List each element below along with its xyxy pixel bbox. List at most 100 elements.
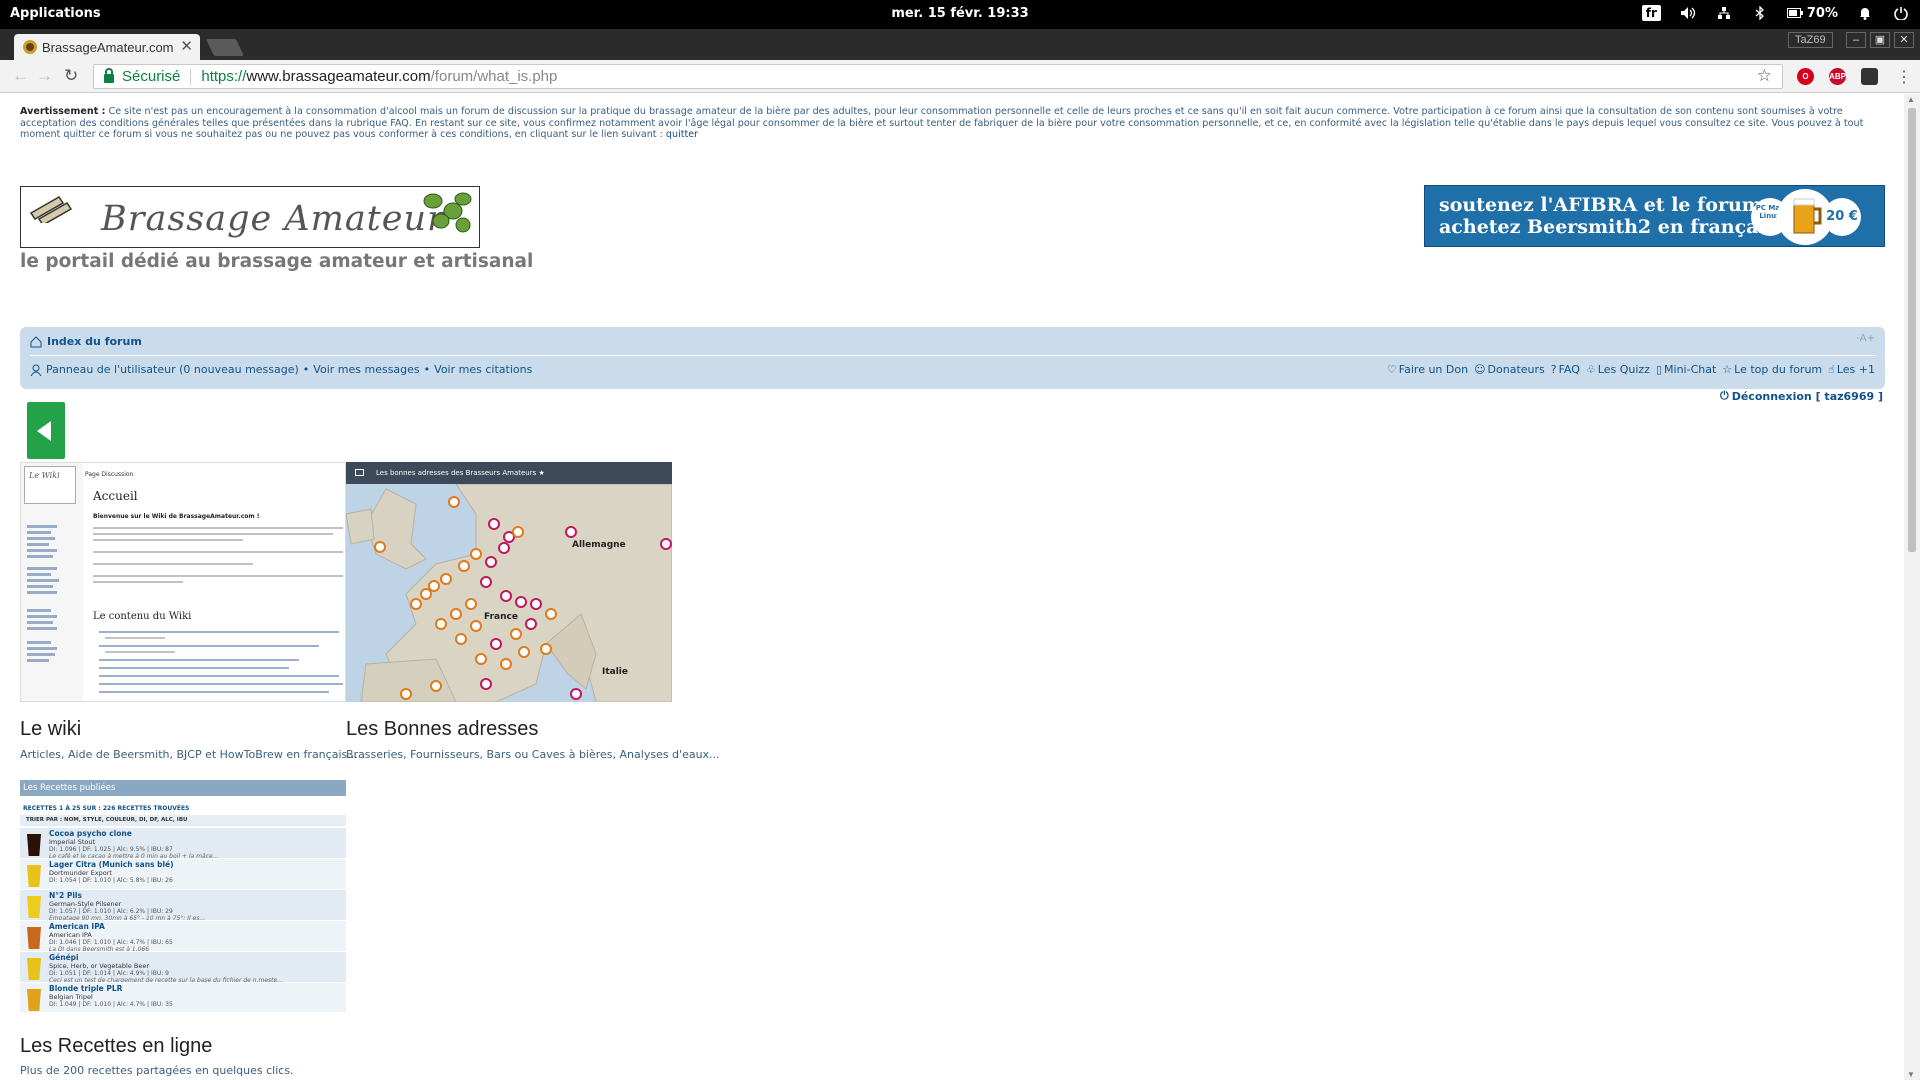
chat-icon: ▯ [1655,363,1663,376]
bookmark-star-icon[interactable]: ☆ [1757,66,1772,86]
user-panel-link[interactable]: Panneau de l'utilisateur (0 nouveau mess… [46,363,299,376]
scroll-thumb[interactable] [1908,108,1916,552]
volume-icon[interactable] [1679,4,1697,22]
scroll-down-icon[interactable]: ▼ [1907,1070,1915,1079]
os-top-panel: Applications mer. 15 févr. 19:33 fr 70% [0,0,1920,29]
recipe-style: Belgian Tripel [49,993,93,1001]
donors-icon: ☺ [1474,363,1486,376]
map-thumbnail[interactable]: Les bonnes adresses des Brasseurs Amateu… [346,462,672,702]
browser-toolbar: ← → ↻ Sécurisé https:// www.brassageamat… [0,60,1920,93]
recipe-name[interactable]: N°2 Pils [49,891,82,900]
map-card-description: Brasseries, Fournisseurs, Bars ou Caves … [346,748,720,761]
site-logo[interactable]: Brassage Amateur [20,186,480,248]
browser-tab[interactable]: BrassageAmateur.com ✕ [14,34,200,60]
forum-quick-links: ♡ Faire un Don ☺ Donateurs ? FAQ ♧ Les Quizz… [1387,363,1875,376]
applications-menu[interactable]: Applications [10,6,101,21]
recipe-row[interactable]: Cocoa psycho clone Imperial Stout DI: 1.09… [20,827,346,861]
top-forum-link[interactable]: ☆ Le top du forum [1722,363,1822,376]
minimize-icon[interactable]: – [1846,32,1866,48]
beer-glass-icon [27,865,41,887]
extension-icon[interactable] [1861,68,1878,85]
new-tab-button[interactable] [206,39,244,56]
recipe-name[interactable]: Lager Citra (Munich sans blé) [49,860,174,869]
bluetooth-icon[interactable] [1751,4,1769,22]
plus-one-link[interactable]: ☝ Les +1 [1828,363,1875,376]
recipe-stats: DI: 1.046 | DF: 1.010 | Alc: 4.7% | IBU:… [49,939,173,946]
banner-price: 20 € [1823,198,1861,236]
secure-label: Sécurisé [122,68,181,85]
keyboard-layout-indicator[interactable]: fr [1641,5,1661,21]
forward-arrow-icon[interactable]: → [36,66,53,86]
recipe-name[interactable]: Cocoa psycho clone [49,829,132,838]
warning-notice: Avertissement : Ce site n'est pas un enc… [20,106,1886,141]
recipe-row[interactable]: American IPA American IPA DI: 1.046 | DF: … [20,920,346,954]
recipe-row[interactable]: Blonde triple PLR Belgian Tripel DI: 1.049… [20,982,346,1012]
recipes-count: RECETTES 1 À 25 SUR : 226 RECETTES TROUV… [23,805,190,812]
recipe-row[interactable]: N°2 Pils German-Style Pilsener DI: 1.057 |… [20,889,346,923]
my-messages-link[interactable]: Voir mes messages [313,363,419,376]
beer-glass-icon [27,958,41,980]
forum-index-link[interactable]: Index du forum [30,335,142,348]
opera-extension-icon[interactable]: O [1797,68,1814,85]
beer-glass-icon [27,896,41,918]
quit-link[interactable]: quitter [666,129,698,140]
warning-text: Ce site n'est pas un encouragement à la … [20,106,1864,140]
reload-icon[interactable]: ↻ [64,66,78,86]
map-card-title[interactable]: Les Bonnes adresses [346,718,538,741]
recipe-name[interactable]: Génépi [49,953,79,962]
battery-percent: 70% [1806,5,1838,21]
thumbs-up-icon: ☝ [1828,363,1835,376]
recipes-sort: TRIER PAR : NOM, STYLE, COULEUR, DI, DF,… [20,815,346,826]
recipes-header: Les Recettes publiées [20,780,346,796]
donors-link[interactable]: ☺ Donateurs [1474,363,1545,376]
power-icon[interactable] [1892,4,1910,22]
back-arrow-icon[interactable]: ← [12,66,29,86]
font-size-toggle[interactable]: -A+ [1856,333,1875,344]
notification-bell-icon[interactable] [1856,4,1874,22]
my-quotes-link[interactable]: Voir mes citations [434,363,532,376]
donate-link[interactable]: ♡ Faire un Don [1387,363,1468,376]
carousel-back-button[interactable] [27,402,65,459]
quizz-link[interactable]: ♧ Les Quizz [1586,363,1650,376]
recipe-name[interactable]: American IPA [49,922,105,931]
recipes-thumbnail[interactable]: Les Recettes publiées RECETTES 1 À 25 SU… [20,780,346,1012]
logout-link[interactable]: ⏻ Déconnexion [ taz6969 ] [1720,389,1883,403]
user-icon [30,364,42,376]
recipes-card-title[interactable]: Les Recettes en ligne [20,1035,212,1058]
network-icon[interactable] [1715,4,1733,22]
window-close-icon[interactable]: ✕ [1894,32,1914,48]
clock[interactable]: mer. 15 févr. 19:33 [0,6,1920,21]
url-host: www.brassageamateur.com [246,68,431,85]
wiki-card-title[interactable]: Le wiki [20,718,81,741]
banner-line-1: soutenez l'AFIBRA et le forum [1439,194,1762,216]
wiki-thumbnail[interactable]: Le Wiki Page Discussion Accueil Bienvenu… [20,462,346,702]
browser-tab-bar: BrassageAmateur.com ✕ TaZ69 – ▣ ✕ [0,29,1920,60]
map-list-icon [355,469,364,476]
recipe-row[interactable]: Génépi Spice, Herb, or Vegetable Beer DI: … [20,951,346,985]
hops-icon [423,192,472,233]
recipe-name[interactable]: Blonde triple PLR [49,984,122,993]
page-scrollbar[interactable]: ▲ ▼ [1904,94,1920,1080]
faq-link[interactable]: ? FAQ [1551,363,1580,376]
malt-icon [29,196,73,223]
browser-menu-icon[interactable]: ⋮ [1896,67,1912,87]
recipe-row[interactable]: Lager Citra (Munich sans blé) Dortmunder … [20,858,346,892]
afibra-banner[interactable]: soutenez l'AFIBRA et le forum achetez Be… [1424,185,1885,247]
maximize-icon[interactable]: ▣ [1870,32,1890,48]
quizz-icon: ♧ [1585,363,1596,376]
heart-icon: ♡ [1386,363,1397,376]
mini-chat-link[interactable]: ▯ Mini-Chat [1656,363,1716,376]
recipe-style: American IPA [49,931,92,939]
lock-icon [104,68,114,83]
banner-line-2: achetez Beersmith2 en français [1439,216,1777,238]
address-bar[interactable]: Sécurisé https:// www.brassageamateur.co… [93,64,1783,89]
wiki-card-description: Articles, Aide de Beersmith, BJCP et How… [20,748,358,761]
beer-glass-icon [27,927,41,949]
adblock-extension-icon[interactable]: ABP [1829,68,1846,85]
battery-icon[interactable]: 70% [1786,4,1838,22]
recipe-stats: DI: 1.096 | DF: 1.025 | Alc: 9.5% | IBU:… [49,846,173,853]
scroll-up-icon[interactable]: ▲ [1907,95,1915,104]
tab-close-icon[interactable]: ✕ [180,37,193,55]
profile-button[interactable]: TaZ69 [1788,32,1833,48]
recipe-style: Dortmunder Export [49,869,112,877]
